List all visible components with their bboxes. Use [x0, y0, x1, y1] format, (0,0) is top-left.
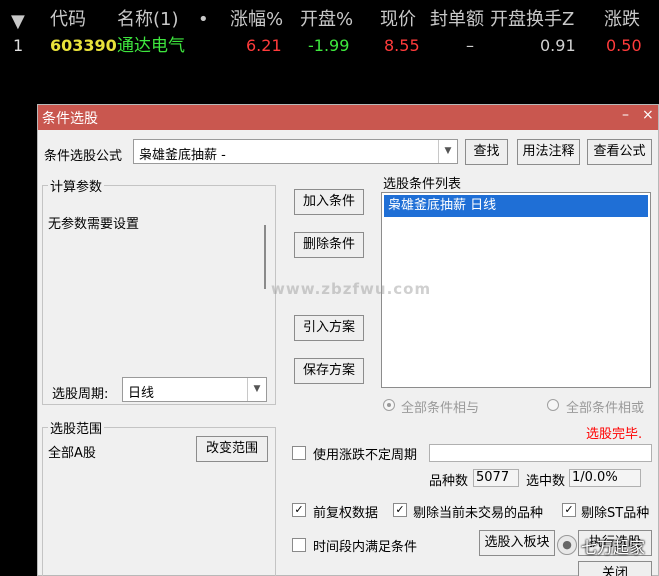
to-board-button[interactable]: 选股入板块	[479, 530, 555, 556]
uncertain-period-label: 使用涨跌不定周期	[313, 448, 418, 463]
col-change[interactable]: 涨跌	[604, 8, 640, 32]
chevron-down-icon[interactable]: ▼	[247, 378, 266, 401]
period-label: 选股周期:	[52, 387, 109, 402]
selected-count-label: 选中数	[526, 474, 566, 489]
exclude-untraded-label: 剔除当前未交易的品种	[413, 506, 544, 521]
save-scheme-button[interactable]: 保存方案	[294, 358, 364, 384]
add-condition-button[interactable]: 加入条件	[294, 189, 364, 215]
col-open-turnover[interactable]: 开盘换手Z	[490, 8, 574, 32]
close-icon[interactable]: ×	[642, 107, 654, 123]
col-change-pct[interactable]: 涨幅%	[230, 8, 283, 32]
range-value: 全部A股	[48, 446, 96, 461]
forward-adjust-checkbox[interactable]: ✓	[292, 503, 306, 517]
col-dot: •	[198, 9, 209, 30]
view-formula-button[interactable]: 查看公式	[587, 139, 652, 165]
row-open-turnover: 0.91	[540, 36, 576, 55]
period-condition-checkbox[interactable]	[292, 538, 306, 552]
watermark: www.zbzfwu.com	[271, 280, 432, 298]
table-row[interactable]: 1 603390 通达电气 6.21 -1.99 8.55 – 0.91 0.5…	[0, 34, 659, 58]
total-count-label: 品种数	[429, 474, 469, 489]
close-button[interactable]: 关闭	[578, 561, 652, 576]
forward-adjust-label: 前复权数据	[313, 506, 379, 521]
row-change-pct: 6.21	[246, 36, 282, 55]
exclude-st-checkbox[interactable]: ✓	[562, 503, 576, 517]
wechat-caption-text: 七万起家	[581, 538, 646, 557]
delete-condition-button[interactable]: 删除条件	[294, 232, 364, 258]
quote-header: ▼ 代码 名称(1) • 涨幅% 开盘% 现价 封单额 开盘换手Z 涨跌	[0, 8, 659, 32]
formula-select[interactable]: 枭雄釜底抽薪 - ▼	[133, 139, 458, 164]
conditions-list-title: 选股条件列表	[383, 177, 462, 192]
col-price[interactable]: 现价	[380, 8, 416, 32]
params-text: 无参数需要设置	[48, 217, 140, 232]
quote-table: ▼ 代码 名称(1) • 涨幅% 开盘% 现价 封单额 开盘换手Z 涨跌 1 6…	[0, 0, 659, 95]
selected-count-value: 1/0.0%	[569, 469, 641, 487]
col-open-pct[interactable]: 开盘%	[300, 8, 353, 32]
range-group-title: 选股范围	[48, 418, 105, 437]
params-scrollbar[interactable]	[264, 225, 266, 289]
stock-screener-dialog: 条件选股 – × 条件选股公式 枭雄釜底抽薪 - ▼ 查找 用法注释 查看公式 …	[37, 104, 659, 576]
status-text: 选股完毕.	[586, 427, 643, 442]
params-group-title: 计算参数	[48, 176, 105, 195]
usage-notes-button[interactable]: 用法注释	[517, 139, 580, 165]
period-condition-label: 时间段内满足条件	[313, 540, 418, 555]
row-name: 通达电气	[117, 36, 185, 56]
row-price: 8.55	[384, 36, 420, 55]
col-seal-amount[interactable]: 封单额	[430, 8, 484, 32]
period-value: 日线	[128, 386, 155, 401]
dialog-titlebar[interactable]: 条件选股 – ×	[38, 105, 658, 130]
or-radio[interactable]	[547, 399, 559, 411]
or-radio-label: 全部条件相或	[566, 401, 645, 416]
col-name[interactable]: 名称(1)	[117, 8, 179, 32]
change-range-button[interactable]: 改变范围	[196, 436, 268, 462]
and-radio-label: 全部条件相与	[401, 401, 480, 416]
find-button[interactable]: 查找	[465, 139, 508, 165]
formula-value: 枭雄釜底抽薪 -	[139, 148, 226, 163]
row-code: 603390	[50, 36, 117, 55]
period-select[interactable]: 日线 ▼	[122, 377, 267, 402]
row-change: 0.50	[606, 36, 642, 55]
exclude-st-label: 剔除ST品种	[581, 506, 650, 521]
row-seal-amount: –	[466, 36, 474, 55]
uncertain-period-checkbox[interactable]	[292, 446, 306, 460]
and-radio[interactable]	[383, 399, 395, 411]
chevron-down-icon[interactable]: ▼	[438, 140, 457, 163]
formula-label: 条件选股公式	[44, 149, 123, 164]
sort-arrow-icon[interactable]: ▼	[11, 10, 25, 34]
uncertain-period-input[interactable]	[429, 444, 652, 462]
dialog-title: 条件选股	[42, 111, 98, 127]
wechat-icon: ●	[557, 535, 577, 555]
total-count-value: 5077	[473, 469, 519, 487]
row-open-pct: -1.99	[308, 36, 350, 55]
col-code[interactable]: 代码	[50, 8, 86, 32]
minimize-icon[interactable]: –	[622, 107, 629, 123]
list-item[interactable]: 枭雄釜底抽薪 日线	[384, 195, 648, 217]
row-index: 1	[13, 36, 24, 55]
import-scheme-button[interactable]: 引入方案	[294, 315, 364, 341]
exclude-untraded-checkbox[interactable]: ✓	[393, 503, 407, 517]
